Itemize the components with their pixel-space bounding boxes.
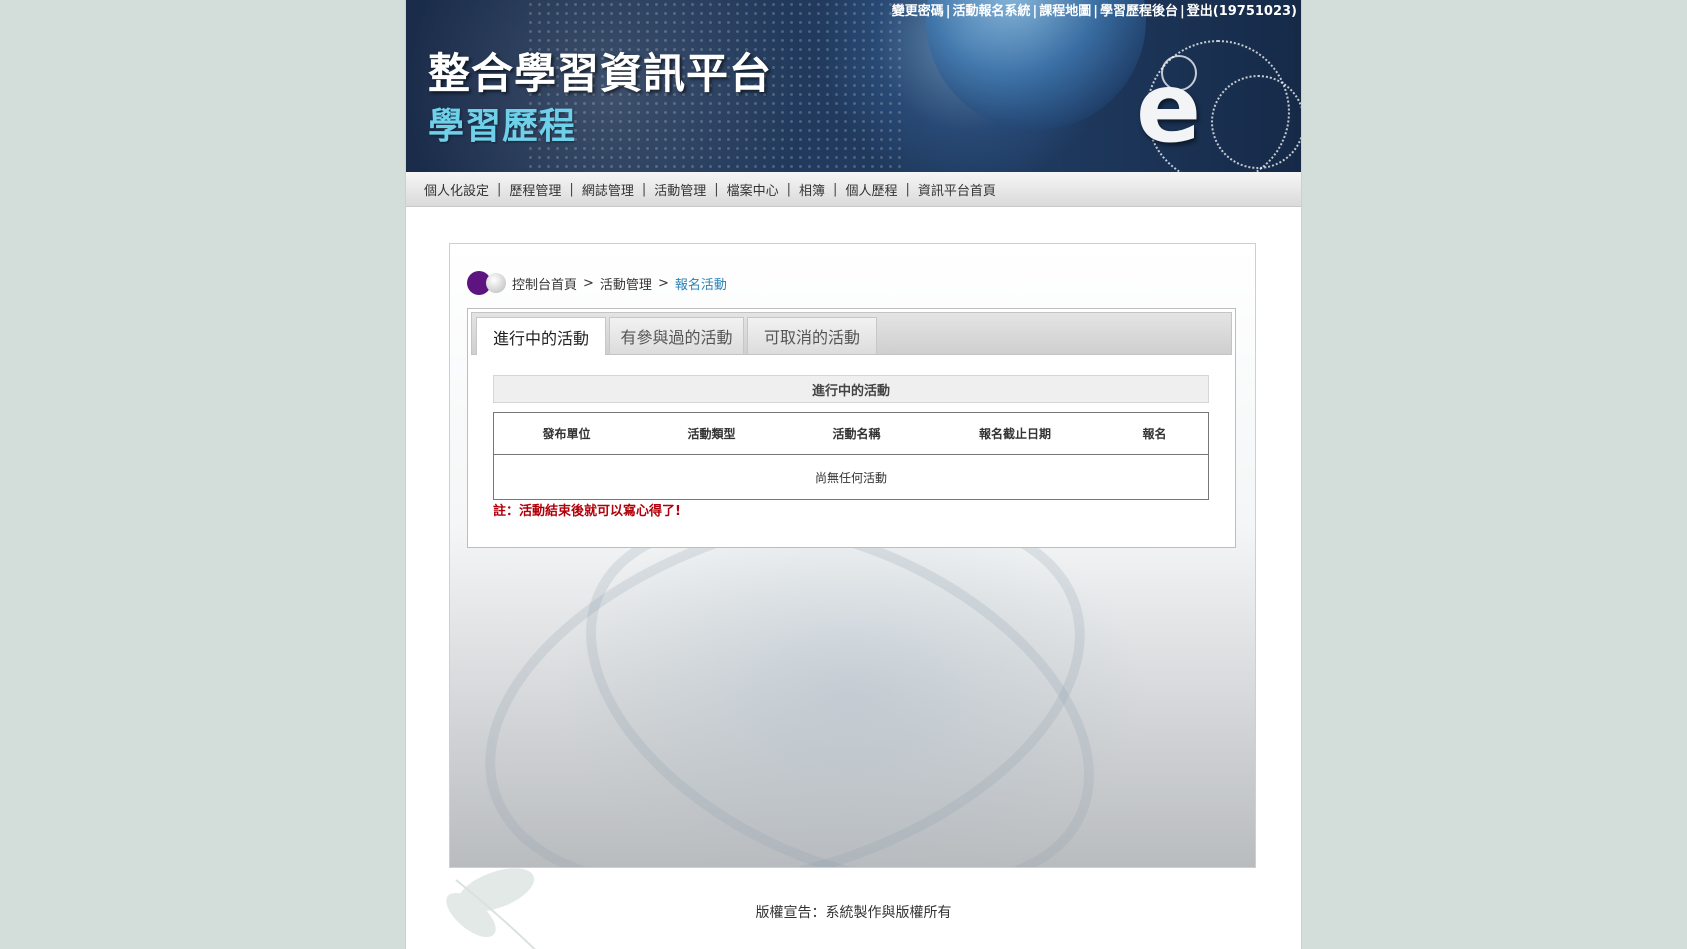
breadcrumb-separator: >	[657, 275, 669, 291]
nav-item-album[interactable]: 相簿	[799, 180, 825, 199]
tab-participated-activities[interactable]: 有參與過的活動	[609, 317, 744, 354]
nav-item-platform-home[interactable]: 資訊平台首頁	[918, 180, 996, 199]
e-logo-icon: e	[1136, 52, 1202, 164]
platform-subtitle: 學習歷程	[428, 106, 577, 147]
table-row: 尚無任何活動	[493, 454, 1209, 500]
nav-divider: |	[641, 181, 647, 197]
nav-item-activity-management[interactable]: 活動管理	[654, 180, 706, 199]
change-password-link[interactable]: 變更密碼	[892, 4, 944, 19]
page-container: e 整合學習資訊平台 學習歷程 變更密碼 | 活動報名系統 | 課程地圖 | 學習歷程後台 |…	[405, 0, 1302, 949]
tab-cancellable-activities[interactable]: 可取消的活動	[747, 317, 877, 354]
nav-divider: |	[569, 181, 574, 197]
breadcrumb-grey-ball-icon	[486, 273, 506, 293]
breadcrumb-dashboard-home[interactable]: 控制台首頁	[512, 274, 577, 293]
copyright-footer: 版權宣告：系統製作與版權所有	[755, 905, 952, 921]
column-header-activity-type: 活動類型	[639, 412, 784, 455]
table-header-row: 發布單位 活動類型 活動名稱 報名截止日期 報名	[493, 412, 1209, 455]
activity-tabs-box: 進行中的活動 有參與過的活動 可取消的活動 進行中的活動 發布單位 活動類型 活…	[467, 308, 1236, 548]
column-header-activity-name: 活動名稱	[784, 412, 929, 455]
course-map-link[interactable]: 課程地圖	[1039, 4, 1091, 19]
activity-registration-link[interactable]: 活動報名系統	[952, 4, 1030, 19]
nav-item-personal-settings[interactable]: 個人化設定	[424, 180, 489, 199]
empty-table-message: 尚無任何活動	[493, 454, 1209, 500]
nav-item-portfolio-management[interactable]: 歷程管理	[509, 180, 561, 199]
reflection-note: 註：活動結束後就可以寫心得了!	[493, 504, 681, 519]
breadcrumb-current: 報名活動	[674, 277, 727, 293]
section-title: 進行中的活動	[493, 375, 1209, 403]
nav-item-file-center[interactable]: 檔案中心	[727, 180, 779, 199]
orbit-ring-icon	[1211, 75, 1301, 169]
header-banner: e 整合學習資訊平台 學習歷程 變更密碼 | 活動報名系統 | 課程地圖 | 學習歷程後台 |…	[406, 0, 1301, 172]
nav-item-blog-management[interactable]: 網誌管理	[582, 180, 634, 199]
platform-title: 整合學習資訊平台	[428, 49, 773, 98]
nav-divider: |	[497, 181, 502, 197]
globe-graphic	[926, 0, 1146, 130]
breadcrumb-activity-management[interactable]: 活動管理	[600, 274, 652, 293]
content-panel: 控制台首頁 > 活動管理 > 報名活動 進行中的活動 有參與過的活動 可取消的活…	[449, 243, 1256, 868]
link-divider: |	[945, 4, 951, 19]
link-divider: |	[1180, 4, 1185, 19]
main-nav: 個人化設定 | 歷程管理 | 網誌管理 | 活動管理 | 檔案中心 | 相簿 | 個人歷程 |…	[406, 172, 1301, 207]
top-links: 變更密碼 | 活動報名系統 | 課程地圖 | 學習歷程後台 | 登出(19751023)	[892, 0, 1297, 19]
breadcrumb: 控制台首頁 > 活動管理 > 報名活動	[467, 271, 727, 295]
tab-strip: 進行中的活動 有參與過的活動 可取消的活動	[471, 312, 1232, 355]
tab-ongoing-activities[interactable]: 進行中的活動	[476, 317, 606, 355]
breadcrumb-separator: >	[583, 275, 594, 291]
link-divider: |	[1093, 4, 1098, 19]
column-header-publisher: 發布單位	[493, 412, 639, 455]
nav-divider: |	[905, 181, 910, 197]
portfolio-admin-link[interactable]: 學習歷程後台	[1100, 4, 1178, 19]
nav-divider: |	[786, 181, 792, 197]
nav-divider: |	[833, 181, 838, 197]
column-header-register: 報名	[1101, 412, 1209, 455]
logout-link[interactable]: 登出(19751023)	[1187, 4, 1297, 19]
activity-table: 發布單位 活動類型 活動名稱 報名截止日期 報名 尚無任何活動	[493, 412, 1209, 500]
nav-divider: |	[714, 181, 719, 197]
nav-item-personal-portfolio[interactable]: 個人歷程	[845, 180, 897, 199]
link-divider: |	[1032, 4, 1038, 19]
column-header-deadline: 報名截止日期	[929, 412, 1101, 455]
